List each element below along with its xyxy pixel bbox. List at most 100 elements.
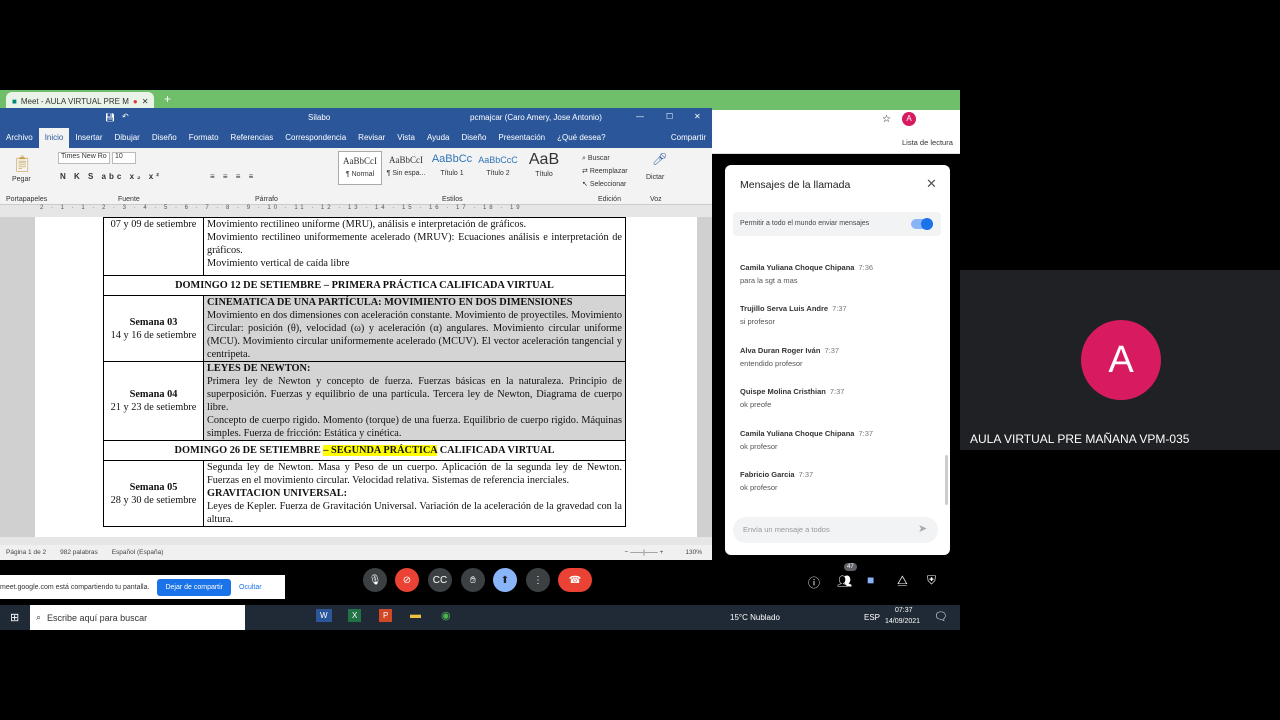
search-icon: ⌕	[36, 612, 42, 622]
maximize-button[interactable]: ☐	[666, 112, 673, 121]
close-button[interactable]: ✕	[694, 112, 701, 121]
language-indicator[interactable]: ESP	[864, 613, 880, 622]
document-title: Silabo	[308, 113, 331, 122]
select-button[interactable]: ↖ Seleccionar	[582, 178, 628, 191]
style-title[interactable]: AaB Título	[522, 151, 566, 185]
word-app-icon[interactable]: W	[316, 609, 332, 622]
chrome-icon[interactable]: ◉	[441, 609, 451, 622]
table-row: DOMINGO 12 DE SETIEMBRE – PRIMERA PRÁCTI…	[103, 275, 626, 296]
document-page[interactable]: 07 y 09 de setiembre Movimiento rectilin…	[35, 217, 697, 537]
participant-name: AULA VIRTUAL PRE MAÑANA VPM-035	[970, 432, 1190, 446]
tab-referencias[interactable]: Referencias	[225, 128, 280, 148]
tab-archivo[interactable]: Archivo	[0, 128, 39, 148]
style-no-spacing[interactable]: AaBbCcI ¶ Sin espa...	[384, 151, 428, 185]
replace-button[interactable]: ⇄ Reemplazar	[582, 165, 628, 178]
share-button[interactable]: Compartir	[665, 128, 712, 148]
reading-list[interactable]: Lista de lectura	[902, 138, 953, 147]
tab-correspondencia[interactable]: Correspondencia	[279, 128, 352, 148]
user-name: pcmajcar (Caro Amery, Jose Antonio)	[470, 113, 602, 122]
tab-inicio[interactable]: Inicio	[38, 128, 70, 148]
chat-scrollbar[interactable]	[945, 455, 948, 505]
present-button[interactable]: ⬆	[493, 568, 517, 592]
more-options-button[interactable]: ⋮	[526, 568, 550, 592]
participant-avatar: A	[1081, 320, 1161, 400]
camera-off-button[interactable]: ⊘	[395, 568, 419, 592]
font-name-select[interactable]: Times New Ro	[58, 152, 110, 164]
tab-dibujar[interactable]: Dibujar	[109, 128, 146, 148]
leave-call-button[interactable]: ☎︎	[558, 568, 592, 592]
tab-insertar[interactable]: Insertar	[69, 128, 108, 148]
new-tab-button[interactable]: +	[164, 92, 171, 106]
undo-icon[interactable]: ↶	[122, 112, 129, 121]
style-normal[interactable]: AaBbCcI ¶ Normal	[338, 151, 382, 185]
host-controls-icon[interactable]: ⛨	[927, 573, 936, 588]
activities-icon[interactable]: ⧋	[897, 573, 908, 588]
powerpoint-app-icon[interactable]: P	[379, 609, 393, 622]
tab-revisar[interactable]: Revisar	[352, 128, 391, 148]
tab-diseno-tabla[interactable]: Diseño	[455, 128, 492, 148]
star-icon[interactable]: ☆	[882, 114, 891, 125]
tab-formato[interactable]: Formato	[183, 128, 225, 148]
weather[interactable]: 15°C Nublado	[730, 613, 780, 622]
participant-count-badge: 47	[844, 563, 857, 571]
word-count[interactable]: 982 palabras	[60, 549, 98, 556]
profile-avatar[interactable]: A	[902, 112, 916, 126]
chat-message: Camila Yuliana Choque Chipana 7:36 para la…	[740, 263, 874, 285]
find-button[interactable]: ⌕ Buscar	[582, 152, 628, 165]
windows-start-icon[interactable]: ⊞	[10, 611, 19, 624]
zoom-slider[interactable]: − ——|—— +	[624, 549, 663, 556]
tab-ayuda[interactable]: Ayuda	[421, 128, 456, 148]
chat-message: Fabricio Garcia 7:37 ok profesor	[740, 470, 814, 492]
chat-message: Trujillo Serva Luis Andre 7:37 si profesor	[740, 304, 847, 326]
language[interactable]: Español (España)	[112, 549, 164, 556]
taskbar-search[interactable]: ⌕ Escribe aquí para buscar	[30, 605, 245, 630]
notifications-icon[interactable]: 🗨︎	[934, 610, 948, 623]
chat-message: Alva Duran Roger Iván 7:37 entendido profe…	[740, 346, 840, 368]
week-cell: Semana 03 14 y 16 de setiembre	[103, 295, 204, 362]
people-icon[interactable]: 👥︎	[837, 574, 852, 588]
raise-hand-button[interactable]: ✋︎	[461, 568, 485, 592]
excel-app-icon[interactable]: X	[348, 609, 362, 622]
microphone-icon[interactable]: 🎤︎	[652, 152, 667, 166]
paste-icon[interactable]: 📋︎	[12, 154, 32, 174]
minimize-button[interactable]: —	[636, 112, 644, 121]
save-icon[interactable]: 💾︎	[105, 113, 115, 122]
ruler[interactable]: 2 · 1 · 1 · 2 · 3 · 4 · 5 · 6 · 7 · 8 · …	[0, 205, 712, 217]
microphone-button[interactable]: 🎙︎	[363, 568, 387, 592]
hide-button[interactable]: Ocultar	[239, 584, 262, 591]
tab-vista[interactable]: Vista	[391, 128, 421, 148]
tell-me-input[interactable]: ¿Qué desea?	[551, 128, 611, 148]
send-icon[interactable]: ➤	[918, 522, 927, 535]
dictate-button[interactable]: Dictar	[646, 174, 664, 181]
clock-date[interactable]: 14/09/2021	[885, 618, 920, 625]
recording-icon: ●	[132, 96, 138, 106]
align-buttons[interactable]: ≡ ≡ ≡ ≡	[210, 172, 256, 181]
meet-icon: ■	[12, 96, 17, 106]
captions-button[interactable]: CC	[428, 568, 452, 592]
allow-messages-toggle[interactable]	[911, 218, 933, 230]
font-size-select[interactable]: 10	[112, 152, 136, 164]
table-row: Semana 04 21 y 23 de setiembre LEYES DE N…	[103, 361, 626, 441]
close-tab-icon[interactable]: ✕	[142, 97, 149, 106]
chat-message: Camila Yuliana Choque Chipana 7:37 ok prof…	[740, 429, 874, 451]
syllabus-table: 07 y 09 de setiembre Movimiento rectilin…	[103, 217, 626, 527]
zoom-level[interactable]: 130%	[685, 549, 702, 556]
format-buttons[interactable]: N K S abc x₂ x²	[60, 172, 162, 181]
chat-panel: Mensajes de la llamada ✕ Permitir a todo…	[725, 165, 950, 555]
clock-time[interactable]: 07:37	[895, 607, 913, 614]
style-heading1[interactable]: AaBbCc Título 1	[430, 151, 474, 185]
file-explorer-icon[interactable]: ▬	[410, 609, 421, 621]
info-icon[interactable]: ⓘ	[808, 574, 820, 591]
message-input[interactable]: Envía un mensaje a todos ➤	[733, 517, 938, 543]
style-heading2[interactable]: AaBbCcC Título 2	[476, 151, 520, 185]
close-icon[interactable]: ✕	[926, 176, 937, 192]
content-cell: Movimiento rectilineo uniforme (MRU), an…	[203, 217, 626, 276]
page-count[interactable]: Página 1 de 2	[6, 549, 46, 556]
chat-icon[interactable]: ■	[867, 573, 874, 587]
tab-presentacion[interactable]: Presentación	[492, 128, 551, 148]
paste-label[interactable]: Pegar	[12, 176, 31, 183]
stop-sharing-button[interactable]: Dejar de compartir	[157, 578, 232, 596]
tab-diseno[interactable]: Diseño	[146, 128, 183, 148]
ribbon-tabs: Archivo Inicio Insertar Dibujar Diseño F…	[0, 128, 712, 148]
group-label: Portapapeles	[6, 196, 48, 203]
